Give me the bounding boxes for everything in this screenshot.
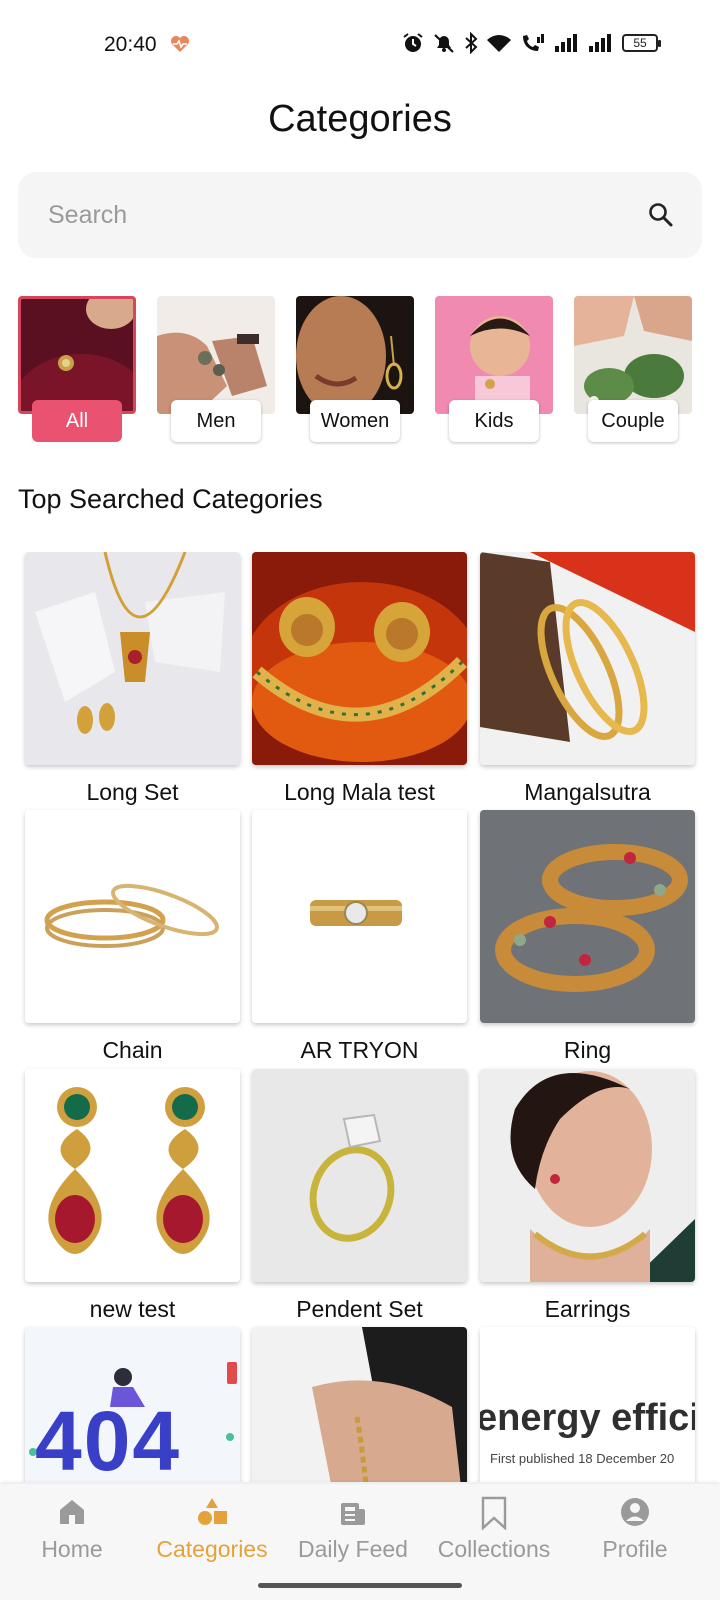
category-image [480,810,695,1023]
search-bar[interactable] [18,172,702,258]
filter-couple[interactable]: Couple [574,296,692,442]
filter-label: Women [310,400,400,442]
filter-men-image [157,296,275,414]
category-image [252,552,467,765]
page-title: Categories [268,98,452,140]
category-image: energy effici First published 18 Decembe… [480,1327,695,1482]
filter-men[interactable]: Men [157,296,275,442]
bookmark-icon [422,1496,566,1531]
category-image [252,1327,467,1482]
category-label: Ring [563,1037,612,1063]
category-image [25,552,240,765]
filter-couple-image [574,296,692,414]
nav-label: Categories [156,1536,268,1562]
category-card[interactable]: Chain [25,810,240,1064]
filter-label: Men [171,400,261,442]
filter-label: All [32,400,122,442]
wifi-call-icon [520,32,546,54]
category-label: new test [89,1296,176,1322]
heart-pulse-icon [170,35,190,58]
category-card[interactable]: new test [25,1069,240,1323]
nav-collections[interactable]: Collections [422,1496,566,1563]
image-subtext: First published 18 December 20 [490,1451,675,1466]
category-image [480,552,695,765]
filter-all[interactable]: All [18,296,136,442]
signal-icon [554,33,580,53]
nav-label: Collections [437,1536,551,1562]
category-label: Mangalsutra [524,779,651,805]
image-404-text: 404 [35,1394,182,1482]
filter-kids[interactable]: Kids [435,296,553,442]
alarm-icon [402,32,424,54]
category-image: 404 [25,1327,240,1482]
category-image [252,810,467,1023]
category-label: Long Set [86,779,179,805]
battery-indicator: 55 [622,34,661,52]
nav-daily-feed[interactable]: Daily Feed [281,1496,425,1563]
mute-icon [432,32,456,54]
category-grid: Long Set Long Mala test Mangalsutra Chai… [0,552,720,1482]
category-card[interactable]: Long Set [25,552,240,806]
search-input[interactable] [48,172,628,258]
search-icon[interactable] [648,202,674,233]
nav-profile[interactable]: Profile [563,1496,707,1563]
category-card[interactable]: 404 [25,1327,240,1482]
home-indicator[interactable] [258,1583,462,1588]
status-bar: 20:40 55 [0,0,720,90]
category-image [25,810,240,1023]
nav-home[interactable]: Home [0,1496,144,1563]
profile-icon [563,1496,707,1530]
category-card[interactable]: Long Mala test [252,552,467,806]
filter-kids-image [435,296,553,414]
status-icons: 55 [402,32,661,54]
filter-women-image [296,296,414,414]
category-card[interactable]: Pendent Set [252,1069,467,1323]
category-label: Chain [102,1037,163,1063]
category-label: Earrings [544,1296,631,1322]
bottom-navigation: Home Categories Daily Feed Collections P… [0,1484,720,1600]
categories-icon [140,1496,284,1530]
nav-label: Home [41,1536,103,1562]
signal-icon [588,33,614,53]
category-label: AR TRYON [300,1037,419,1063]
category-image [252,1069,467,1282]
category-label: Pendent Set [296,1296,423,1322]
nav-categories[interactable]: Categories [140,1496,284,1563]
filter-label: Couple [588,400,678,442]
wifi-icon [486,32,512,54]
category-image [480,1069,695,1282]
image-headline-text: energy effici [480,1397,695,1439]
filter-women[interactable]: Women [296,296,414,442]
nav-label: Profile [602,1536,668,1562]
audience-filters: All Men Women Kids Couple [18,296,720,446]
category-card[interactable]: Earrings [480,1069,695,1323]
bluetooth-icon [464,32,478,54]
category-card[interactable] [252,1327,467,1482]
category-label: Long Mala test [284,779,435,805]
nav-label: Daily Feed [298,1536,408,1562]
category-card[interactable]: Mangalsutra [480,552,695,806]
home-icon [0,1496,144,1530]
category-card[interactable]: Ring [480,810,695,1064]
feed-icon [281,1496,425,1530]
filter-label: Kids [449,400,539,442]
category-card[interactable]: energy effici First published 18 Decembe… [480,1327,695,1482]
filter-all-image [18,296,136,414]
category-image [25,1069,240,1282]
category-card[interactable]: AR TRYON [252,810,467,1064]
section-title: Top Searched Categories [18,484,323,514]
status-time: 20:40 [104,33,157,56]
